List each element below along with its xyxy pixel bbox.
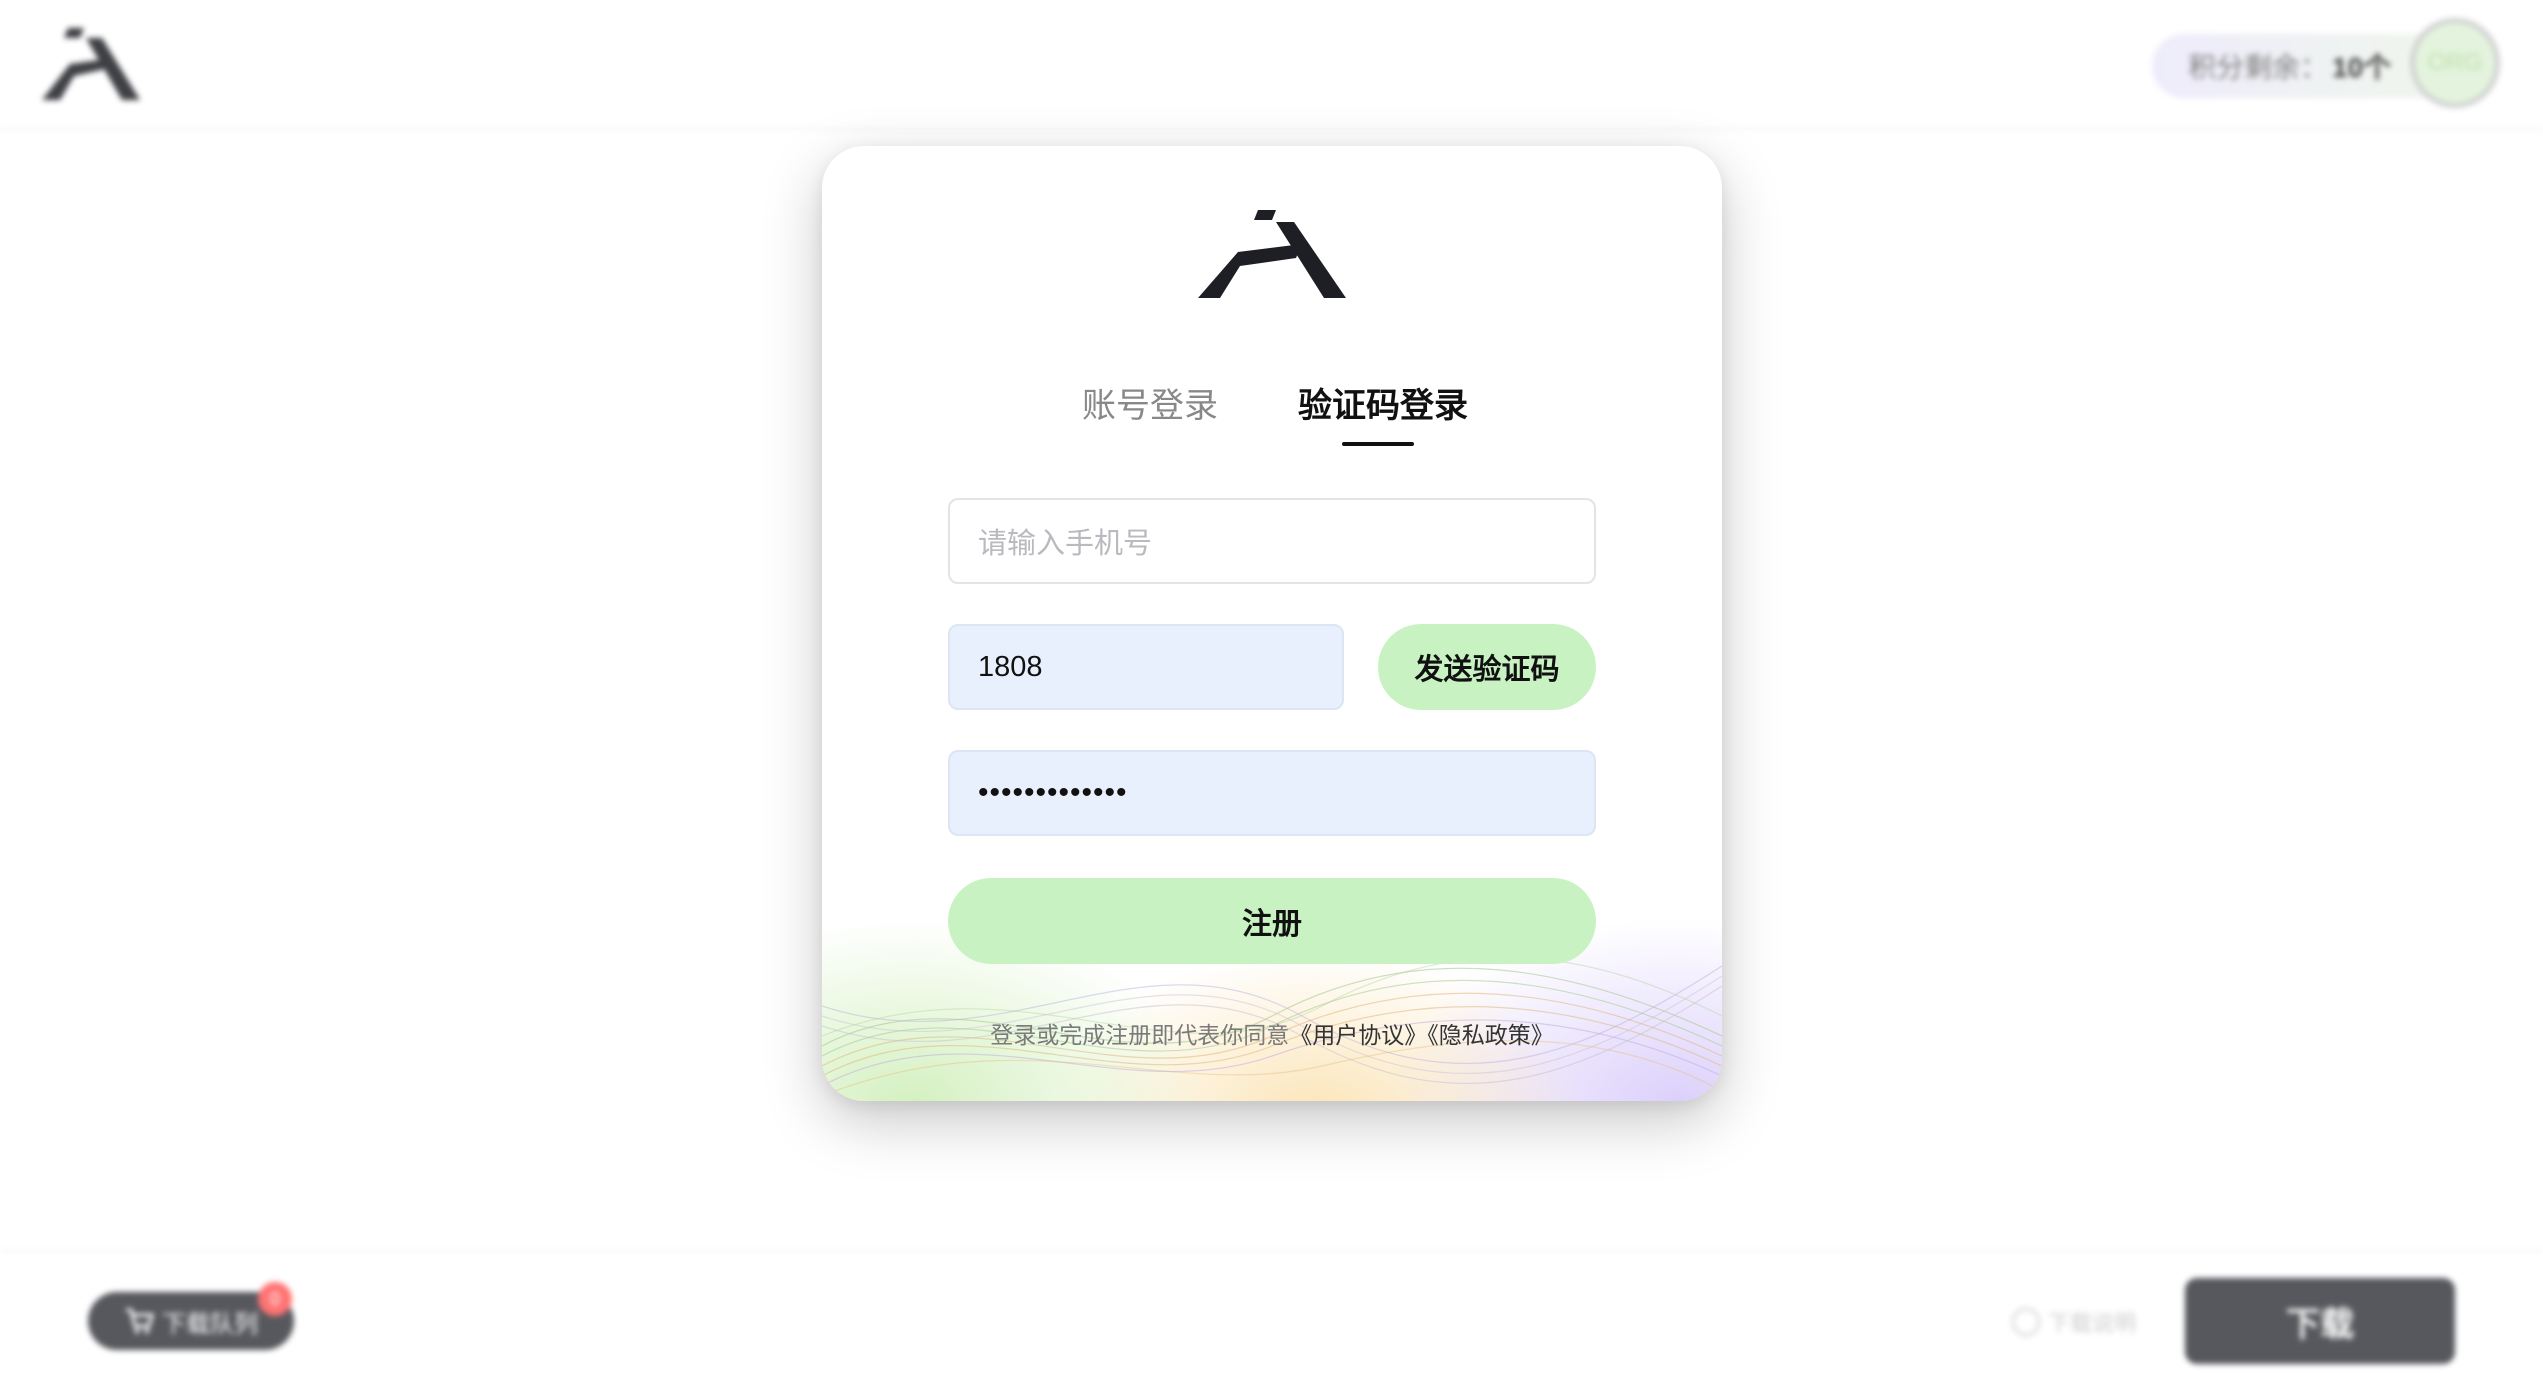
send-code-label: 发送验证码 (1414, 654, 1560, 686)
download-info-label: 下载说明 (2048, 1311, 2137, 1336)
tab-account-login[interactable]: 账号登录 (1082, 378, 1218, 427)
points-label: 积分剩余： (2188, 52, 2329, 83)
verification-code-value: 1808 (978, 650, 1043, 683)
phone-input[interactable]: 请输入手机号 (948, 498, 1596, 584)
tab-code-login[interactable]: 验证码登录 (1298, 378, 1468, 427)
download-info-link[interactable]: 下载说明 (2012, 1304, 2136, 1340)
points-balance: 积分剩余： 10个 (2152, 34, 2452, 98)
phone-placeholder: 请输入手机号 (978, 528, 1153, 560)
login-tabs: 账号登录 验证码登录 (822, 378, 1722, 458)
register-label: 注册 (1242, 908, 1302, 941)
download-queue-label: 下载队列 (162, 1310, 258, 1338)
privacy-policy-link[interactable]: 《隐私政策》 (1427, 1022, 1554, 1048)
download-button-label: 下载 (2286, 1305, 2354, 1344)
avatar-text: ORG (2427, 49, 2483, 76)
app-header: 积分剩余： 10个 ORG (0, 0, 2543, 130)
cart-icon (126, 1308, 154, 1334)
points-value: 10个 (2332, 52, 2392, 83)
password-input[interactable]: ••••••••••••• (948, 750, 1596, 836)
avatar[interactable]: ORG (2410, 18, 2500, 108)
app-footer (0, 1250, 2543, 1383)
verification-code-input[interactable]: 1808 (948, 624, 1344, 710)
app-logo-icon (42, 28, 140, 100)
download-button[interactable]: 下载 (2185, 1278, 2455, 1364)
user-agreement-link[interactable]: 《用户协议》 (1289, 1022, 1427, 1048)
send-code-button[interactable]: 发送验证码 (1378, 624, 1596, 710)
clock-icon (2012, 1308, 2040, 1336)
password-value: ••••••••••••• (978, 776, 1128, 809)
queue-count: 0 (269, 1288, 280, 1309)
active-tab-indicator (1342, 442, 1414, 446)
agreement-text: 登录或完成注册即代表你同意《用户协议》《隐私政策》 (822, 1016, 1722, 1050)
agreement-prefix: 登录或完成注册即代表你同意 (990, 1022, 1290, 1048)
register-button[interactable]: 注册 (948, 878, 1596, 964)
queue-count-badge: 0 (258, 1282, 292, 1316)
login-modal: 账号登录 验证码登录 请输入手机号 1808 发送验证码 •••••••••••… (822, 146, 1722, 1101)
brand-logo-icon (1198, 210, 1346, 298)
